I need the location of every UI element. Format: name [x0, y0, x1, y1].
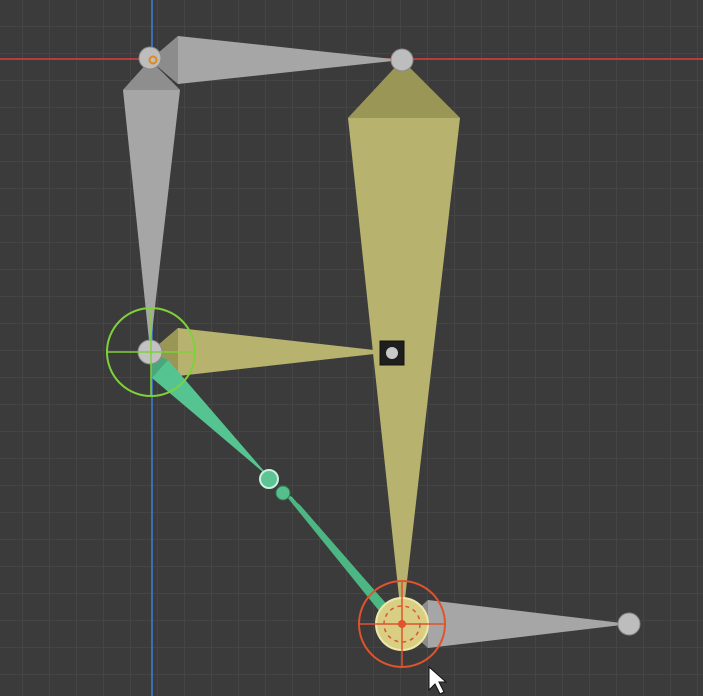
- mouse-pointer-icon: [428, 665, 448, 695]
- bone-left-vertical[interactable]: [123, 60, 180, 350]
- pole-target-square[interactable]: [379, 340, 405, 366]
- 3d-cursor-icon[interactable]: [358, 580, 446, 668]
- joint-bottom-right[interactable]: [617, 612, 641, 636]
- joint-green-2[interactable]: [275, 485, 291, 501]
- joint-green-1[interactable]: [259, 469, 279, 489]
- ik-target-circle-icon[interactable]: [106, 307, 196, 397]
- 3d-viewport[interactable]: [0, 0, 703, 696]
- armature-scene[interactable]: [0, 0, 703, 696]
- bone-top-horizontal[interactable]: [150, 36, 402, 84]
- joint-top-right[interactable]: [390, 48, 414, 72]
